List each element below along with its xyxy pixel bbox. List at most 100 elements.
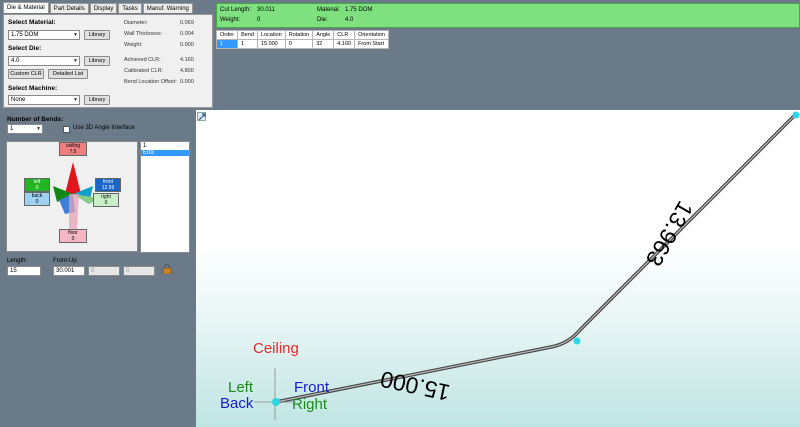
stat-value: 0.000 [180,79,194,85]
bend-node [573,337,581,345]
tab-strip: Die & Material Part Details Display Task… [3,2,193,14]
table-cell[interactable]: 4.160 [333,39,356,49]
orientation-widget: ceiling 7.5 left 0 front 12.99 back 0 ri… [6,141,138,252]
cut-info-bar: Cut Length: 30.011 Weight: 0 Material: 1… [216,3,800,28]
stat-value: 0.069 [180,20,194,26]
stat-label: Weight: [124,42,143,48]
ceiling-value: 7.5 [69,149,77,155]
bend-list[interactable]: 1 End [140,141,190,253]
tab-display[interactable]: Display [89,3,118,13]
disabled-field: 0 [123,266,155,276]
col-header[interactable]: Rotation [284,30,314,40]
front-value: 12.99 [101,185,115,191]
col-header[interactable]: Bend [237,30,258,40]
tab-tasks[interactable]: Tasks [118,3,142,13]
use-3d-checkbox[interactable] [63,126,70,133]
disabled-field: 0 [88,266,120,276]
die-value: 4.0 [345,17,354,23]
number-of-bends-label: Number of Bends: [7,116,64,123]
material-library-button[interactable]: Library [84,30,110,40]
bend-table: Order Bend Location Rotation Angle CLR O… [215,30,389,49]
axis-label-back: Back [220,395,254,412]
tube-drawing [254,111,800,420]
tab-die-material[interactable]: Die & Material [3,2,49,13]
stat-label: Wall Thickness: [124,31,163,37]
machine-library-button[interactable]: Library [84,95,110,105]
weight-value: 0 [257,17,261,23]
tube-path [274,112,798,404]
axis-label-right: Right [292,396,328,413]
col-header[interactable]: Angle [312,30,335,40]
stat-label: Calibrated CLR: [124,68,164,74]
length-input[interactable]: 15 [7,266,41,276]
table-cell[interactable]: 0 [284,39,314,49]
stat-value: 0.000 [180,42,194,48]
material-label: Material: [317,7,341,13]
stat-value: 4.160 [180,57,194,63]
cut-length-value: 30.011 [257,7,275,13]
right-button[interactable]: right 0 [93,193,119,207]
col-header[interactable]: CLR [333,30,356,40]
col-header[interactable]: Location [256,30,286,40]
number-of-bends-value: 1 [10,126,14,132]
axis-label-ceiling: Ceiling [253,340,299,357]
table-cell[interactable]: 1 [215,39,239,49]
front-up-label: Front-Up [53,258,77,264]
back-button[interactable]: back 0 [24,192,50,206]
3d-viewport[interactable]: 15.000 13.963 Ceiling Left Back Front Ri… [196,110,800,427]
chevron-down-icon: ▼ [36,126,41,132]
chevron-down-icon: ▼ [73,97,78,103]
list-item[interactable]: 1 [141,142,189,150]
tab-manuf-warning[interactable]: Manuf. Warning [142,3,193,13]
custom-clr-button[interactable]: Custom CLR [8,69,44,79]
table-header-row: Order Bend Location Rotation Angle CLR O… [215,30,389,40]
tab-part-details[interactable]: Part Details [49,3,89,13]
material-select[interactable]: 1.75 DOM ▼ [8,30,80,40]
table-cell[interactable]: 1 [237,39,258,49]
col-header[interactable]: Orientation [354,30,389,40]
use-3d-label: Use 3D Angle Interface [73,125,135,131]
left-button[interactable]: left 0 [24,178,50,192]
machine-select[interactable]: None ▼ [8,95,80,105]
table-cell[interactable]: 32 [312,39,335,49]
material-value: 1.75 DOM [345,7,373,13]
list-item[interactable]: End [141,150,189,156]
end-node [792,111,800,119]
ceiling-button[interactable]: ceiling 7.5 [59,142,87,156]
die-select[interactable]: 4.0 ▼ [8,56,80,66]
length-label: Length: [7,258,28,264]
machine-select-value: None [11,97,26,103]
front-up-input[interactable]: 30.001 [53,266,85,276]
tube-highlight [275,113,797,403]
table-cell[interactable]: 15.000 [256,39,286,49]
lock-icon[interactable] [162,264,172,275]
weight-label: Weight: [220,17,241,23]
material-select-value: 1.75 DOM [11,32,39,38]
die-label: Die: [317,17,328,23]
floor-value: 0 [71,236,75,242]
chevron-down-icon: ▼ [73,32,78,38]
select-die-label: Select Die: [8,45,42,52]
select-machine-label: Select Machine: [8,85,58,92]
die-select-value: 4.0 [11,58,20,64]
axis-label-left: Left [228,379,254,396]
stat-label: Achieved CLR: [124,57,161,63]
col-header[interactable]: Order [215,30,239,40]
die-library-button[interactable]: Library [84,56,110,66]
axis-label-front: Front [294,379,330,396]
number-of-bends-select[interactable]: 1 ▼ [7,124,43,134]
table-cell[interactable]: From Start [354,39,389,49]
back-value: 0 [35,199,39,205]
stat-value: 0.004 [180,31,194,37]
floor-button[interactable]: floor 0 [59,229,87,243]
bend-table-area: Order Bend Location Rotation Angle CLR O… [215,28,800,108]
chevron-down-icon: ▼ [73,58,78,64]
start-node [272,398,280,406]
stat-value: 4.800 [180,68,194,74]
detailed-list-button[interactable]: Detailed List [48,69,88,79]
stat-label: Bend Location Offset: [124,79,177,85]
table-row[interactable]: 1 1 15.000 0 32 4.160 From Start [215,39,389,49]
left-value: 0 [35,185,39,191]
front-button[interactable]: front 12.99 [95,178,121,192]
right-value: 0 [104,200,108,206]
